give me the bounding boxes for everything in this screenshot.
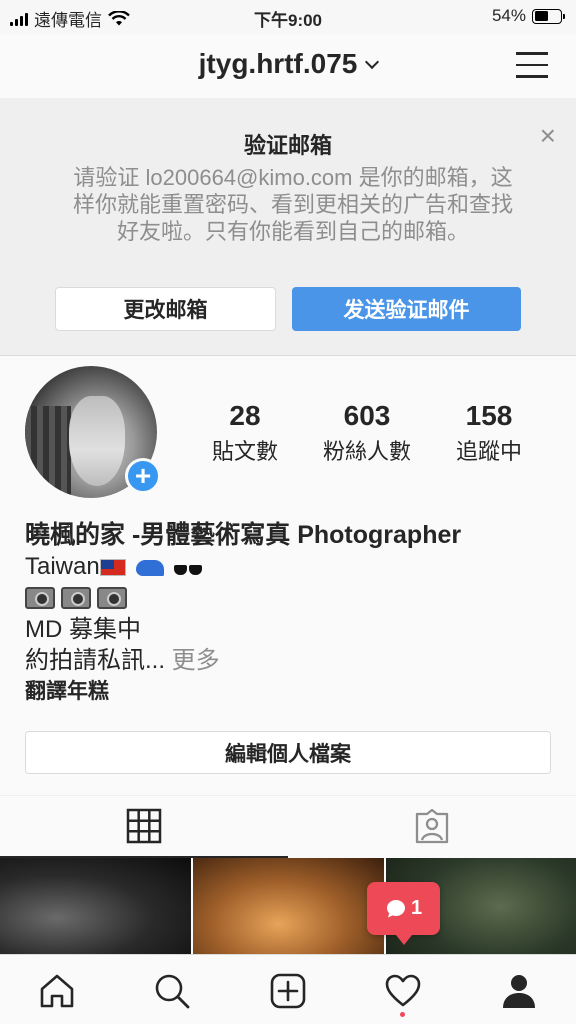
followers-value: 603 <box>343 400 391 431</box>
translate-link[interactable]: 翻譯年糕 <box>25 676 565 707</box>
bio-line-location: Taiwan <box>25 551 565 583</box>
profile-icon <box>503 975 535 1008</box>
menu-button[interactable] <box>516 52 548 78</box>
verify-email-banner: 验证邮箱 × 请验证 lo200664@kimo.com 是你的邮箱，这样你就能… <box>0 98 576 356</box>
nav-profile[interactable] <box>497 969 541 1013</box>
account-switcher[interactable]: jtyg.hrtf.075 <box>0 48 576 80</box>
bio-more-link[interactable]: 更多 <box>165 647 220 674</box>
edit-profile-button[interactable]: 編輯個人檔案 <box>25 731 551 774</box>
heart-icon <box>385 974 421 1007</box>
verify-email-message: 请验证 lo200664@kimo.com 是你的邮箱，这样你就能重置密码、看到… <box>72 165 513 244</box>
close-icon[interactable]: × <box>540 122 556 150</box>
grid-icon <box>126 808 162 844</box>
nav-home[interactable] <box>35 969 79 1013</box>
bottom-nav <box>0 954 576 1024</box>
followers-label: 粉絲人數 <box>322 439 411 464</box>
profile-tabs <box>0 795 576 858</box>
search-icon <box>155 974 190 1009</box>
verify-email-title: 验证邮箱 <box>243 133 332 158</box>
username-label: jtyg.hrtf.075 <box>198 48 358 79</box>
bio-line-cameras <box>25 583 565 614</box>
posts-value: 28 <box>229 400 261 431</box>
chevron-down-icon <box>365 54 380 70</box>
camera-icon <box>61 587 91 609</box>
activity-dot <box>400 1012 405 1017</box>
comment-icon <box>386 899 405 917</box>
tab-grid[interactable] <box>0 796 288 858</box>
camera-icon <box>25 587 55 609</box>
nav-search[interactable] <box>150 969 194 1013</box>
change-email-button[interactable]: 更改邮箱 <box>55 287 276 331</box>
notification-count: 1 <box>410 897 423 919</box>
following-value: 158 <box>465 400 513 431</box>
bio-line-recruit: MD 募集中 <box>25 616 141 643</box>
battery-icon <box>532 8 565 24</box>
bio-location-text: Taiwan <box>25 553 100 580</box>
hamburger-menu-icon <box>516 52 548 78</box>
battery-percent: 54% <box>491 6 526 25</box>
post-thumbnail[interactable] <box>0 858 191 954</box>
profile-header: jtyg.hrtf.075 <box>0 34 576 98</box>
home-icon <box>40 974 74 1008</box>
avatar-figure <box>69 396 125 486</box>
profile-bio: 曉楓的家 -男體藝術寫真 Photographer Taiwan MD 募集中 … <box>25 520 565 707</box>
camera-icon <box>97 587 127 609</box>
profile-name: 曉楓的家 -男體藝術寫真 Photographer <box>25 521 462 549</box>
photo-grid <box>0 858 576 954</box>
following-count[interactable]: 158 追蹤中 <box>429 400 549 466</box>
plus-square-icon <box>270 973 306 1009</box>
comment-notification-bubble[interactable]: 1 <box>367 882 440 945</box>
bio-line-contact: 約拍請私訊... 更多 <box>25 645 565 676</box>
following-label: 追蹤中 <box>455 439 522 464</box>
status-right: 54% <box>491 6 565 26</box>
tagged-person-icon <box>415 808 449 844</box>
send-verification-button[interactable]: 发送验证邮件 <box>292 287 521 331</box>
post-thumbnail[interactable] <box>193 858 384 954</box>
nav-new-post[interactable] <box>266 969 310 1013</box>
taiwan-flag-icon <box>99 559 126 576</box>
cap-icon <box>135 560 164 576</box>
avatar-background <box>25 406 71 496</box>
sunglasses-icon <box>173 552 204 583</box>
status-time: 下午9:00 <box>253 11 323 30</box>
status-bar: 遠傳電信 下午9:00 54% <box>0 0 576 34</box>
nav-activity[interactable] <box>381 969 425 1013</box>
bio-contact-text: 約拍請私訊... <box>25 647 166 674</box>
posts-label: 貼文數 <box>211 439 278 464</box>
followers-count[interactable]: 603 粉絲人數 <box>307 400 427 466</box>
posts-count[interactable]: 28 貼文數 <box>185 400 305 466</box>
add-story-plus-icon[interactable]: + <box>125 458 161 494</box>
tab-tagged[interactable] <box>288 796 576 858</box>
